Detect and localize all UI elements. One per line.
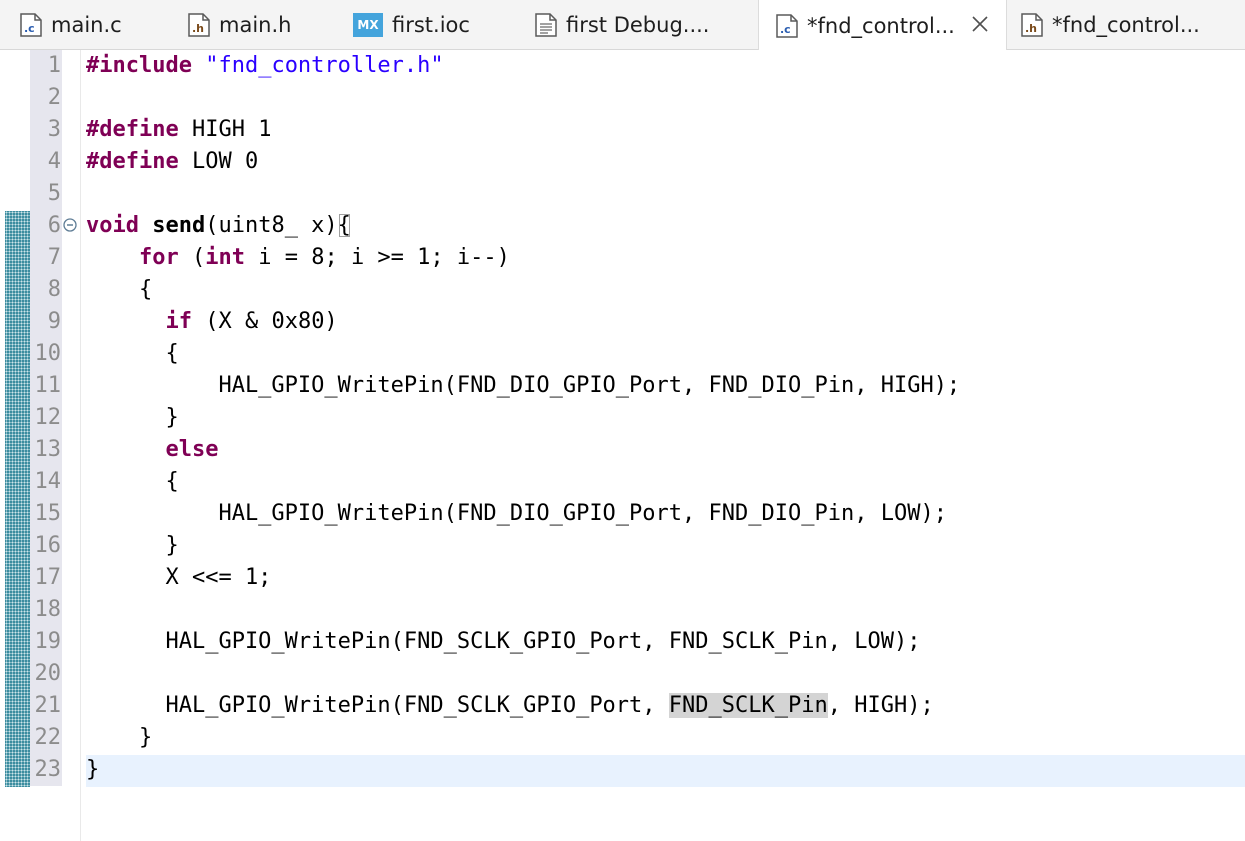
launch-config-file-icon [535, 13, 557, 37]
tab-first-debug[interactable]: first Debug.... [515, 0, 758, 50]
line-number: 8 [47, 277, 61, 302]
type-keyword: int [205, 245, 245, 270]
h-header-file-icon: .h [1021, 13, 1043, 37]
line-number: 15 [34, 501, 62, 526]
type-keyword: void [86, 213, 139, 238]
code-line: HAL_GPIO_WritePin(FND_SCLK_GPIO_Port, FN… [86, 629, 921, 654]
line-number: 20 [34, 661, 62, 686]
tab-main-h[interactable]: .h main.h [170, 0, 340, 50]
tab-label: main.c [51, 13, 122, 37]
line-number: 7 [47, 245, 61, 270]
line-number: 1 [47, 53, 61, 78]
code-line: } [86, 405, 179, 430]
occurrence-highlight: FND_SCLK_Pin [668, 693, 828, 718]
tab-fnd-controller-h[interactable]: .h *fnd_control... [1007, 0, 1245, 50]
code-line: HAL_GPIO_WritePin(FND_SCLK_GPIO_Port, FN… [86, 693, 934, 718]
c-source-file-icon: .c [20, 13, 42, 37]
svg-text:.c: .c [780, 23, 791, 36]
change-overview-ruler[interactable] [5, 211, 30, 787]
line-number: 18 [34, 597, 62, 622]
control-keyword: else [165, 437, 219, 462]
line-number: 17 [34, 565, 62, 590]
line-number: 19 [34, 629, 62, 654]
preprocessor-keyword: #include [86, 53, 192, 78]
code-line: #define LOW 0 [86, 149, 259, 174]
h-header-file-icon: .h [188, 13, 210, 37]
close-icon[interactable] [970, 14, 990, 34]
gutter-divider [80, 50, 81, 841]
code-line: HAL_GPIO_WritePin(FND_DIO_GPIO_Port, FND… [86, 373, 961, 398]
line-number: 5 [47, 181, 61, 206]
code-line: HAL_GPIO_WritePin(FND_DIO_GPIO_Port, FND… [86, 501, 947, 526]
editor-tab-bar: .c main.c .h main.h MX first.ioc first D… [0, 0, 1245, 51]
line-number: 23 [34, 757, 62, 782]
code-line: for (int i = 8; i >= 1; i--) [138, 245, 510, 270]
include-path-string: "fnd_controller.h" [205, 53, 444, 78]
code-line: if (X & 0x80) [165, 309, 338, 334]
control-keyword: if [165, 309, 192, 334]
function-name: send [152, 213, 206, 238]
preprocessor-keyword: #define [86, 149, 179, 174]
line-number: 13 [34, 437, 62, 462]
line-number: 14 [34, 469, 62, 494]
tab-label: *fnd_control... [807, 13, 955, 38]
svg-text:.h: .h [192, 22, 204, 35]
line-number: 6 [47, 213, 61, 238]
matching-bracket: { [337, 213, 351, 238]
code-line: { [86, 469, 179, 494]
tab-fnd-controller-c[interactable]: .c *fnd_control... [758, 0, 1007, 51]
code-line: } [86, 533, 179, 558]
line-number: 9 [47, 309, 61, 334]
code-text-area[interactable]: #include "fnd_controller.h" #define HIGH… [86, 50, 1245, 786]
tab-label: first Debug.... [566, 13, 710, 37]
line-number: 16 [34, 533, 62, 558]
tab-label: main.h [219, 13, 292, 37]
code-line: { [86, 341, 179, 366]
code-line: #include "fnd_controller.h" [86, 50, 1245, 82]
fold-collapse-icon[interactable] [63, 218, 77, 232]
code-editor[interactable]: 1 2 3 4 5 6 7 8 9 10 11 12 13 14 15 16 17 18 19 20 21 22 23 #i… [0, 50, 1245, 841]
line-number: 22 [34, 725, 62, 750]
preprocessor-keyword: #define [86, 117, 179, 142]
code-line: X <<= 1; [86, 565, 272, 590]
tab-main-c[interactable]: .c main.c [0, 0, 170, 50]
line-number: 11 [34, 373, 62, 398]
code-line: else [86, 434, 1245, 466]
tab-label: *fnd_control... [1052, 13, 1200, 37]
code-line: } [86, 725, 153, 750]
line-number: 3 [47, 117, 61, 142]
line-number: 12 [34, 405, 62, 430]
line-number: 4 [47, 149, 61, 174]
mx-cube-icon: MX [353, 13, 383, 37]
code-line: { [86, 277, 153, 302]
line-number: 2 [47, 85, 61, 110]
control-keyword: for [138, 245, 179, 270]
svg-text:.c: .c [24, 22, 35, 35]
line-number: 21 [34, 693, 62, 718]
tab-first-ioc[interactable]: MX first.ioc [340, 0, 515, 50]
c-source-file-icon: .c [776, 13, 798, 38]
code-line: } [86, 757, 100, 782]
line-number: 10 [34, 341, 62, 366]
tab-label: first.ioc [392, 13, 470, 37]
svg-text:.h: .h [1025, 22, 1037, 35]
code-line: void send(uint8_ x){ [86, 213, 351, 238]
code-line: #define HIGH 1 [86, 117, 272, 142]
